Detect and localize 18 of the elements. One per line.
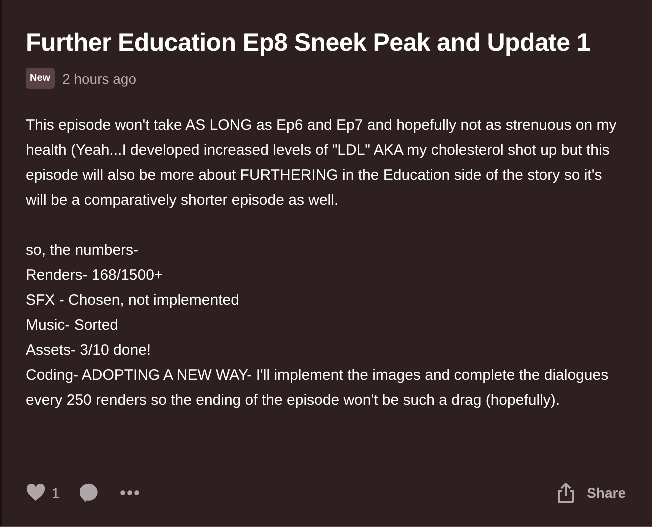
heart-icon xyxy=(26,484,46,502)
post-text: SFX - Chosen, not implemented xyxy=(26,291,240,311)
post-time: 2 hours ago xyxy=(62,70,137,86)
like-button[interactable]: 1 xyxy=(26,484,60,502)
comment-button[interactable] xyxy=(80,482,100,502)
speech-bubble-icon xyxy=(80,482,100,502)
post-text: so, the numbers- xyxy=(26,241,140,261)
post-text: Coding- ADOPTING A NEW WAY- I'll implement the images and complete the dialogues every 250 renders so the ending of the episode won't be such a drag (hopefully). xyxy=(26,366,610,411)
post-text: This episode won't take AS LONG as Ep6 and Ep7 and hopefully not as strenuous on my health (Yeah...I developed increased levels of "LDL" AKA my cholesterol shot up but this episode will also be more about FURTHERING in the Education side of the story so it's will be a comparatively shorter episode as well. xyxy=(26,116,618,211)
new-badge: New xyxy=(26,68,55,89)
post-text: Assets- 3/10 done! xyxy=(26,341,152,361)
share-icon xyxy=(557,482,576,503)
more-icon xyxy=(120,490,140,496)
post-text: Music- Sorted xyxy=(26,316,120,336)
share-button[interactable]: Share xyxy=(557,482,626,503)
post-title: Further Education Ep8 Sneek Peak and Update 1 xyxy=(26,29,592,58)
more-button[interactable] xyxy=(120,490,140,496)
post-text: Renders- 168/1500+ xyxy=(26,266,164,286)
